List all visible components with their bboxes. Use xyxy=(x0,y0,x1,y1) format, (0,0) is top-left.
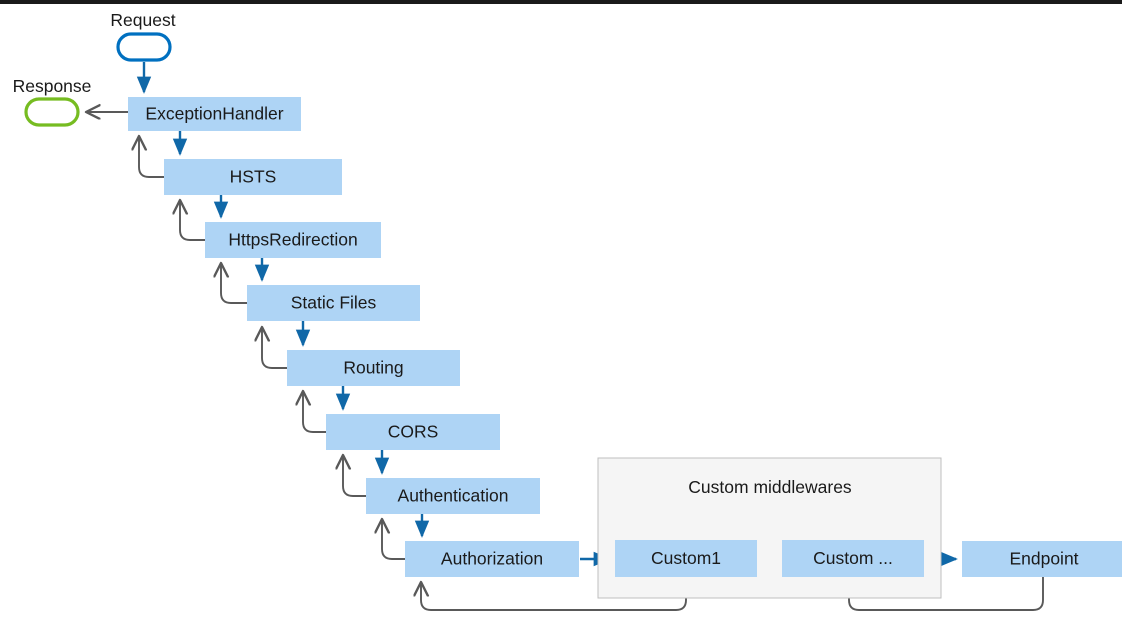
box-authentication-label: Authentication xyxy=(398,486,509,506)
box-static-files[interactable]: Static Files xyxy=(247,285,420,321)
terminal-request-label: Request xyxy=(110,10,175,30)
terminal-response-pill xyxy=(24,97,80,127)
box-exception-handler-label: ExceptionHandler xyxy=(145,104,283,124)
box-custom-n[interactable]: Custom ... xyxy=(782,540,924,577)
arrow-httpsredirection-to-hsts xyxy=(180,200,205,241)
arrow-cors-to-routing xyxy=(303,391,326,433)
arrow-hsts-to-exceptionhandler xyxy=(139,136,164,178)
middleware-pipeline-diagram: Custom middlewares ExceptionHandler HSTS… xyxy=(0,0,1122,622)
box-endpoint[interactable]: Endpoint xyxy=(962,541,1122,577)
box-authorization[interactable]: Authorization xyxy=(405,541,579,577)
box-routing-label: Routing xyxy=(343,358,403,378)
terminal-request-pill xyxy=(116,32,172,62)
box-custom1-label: Custom1 xyxy=(651,548,721,568)
box-endpoint-label: Endpoint xyxy=(1009,549,1078,569)
box-custom-n-label: Custom ... xyxy=(813,548,893,568)
box-authorization-label: Authorization xyxy=(441,549,543,569)
box-routing[interactable]: Routing xyxy=(287,350,460,386)
arrow-staticfiles-to-httpsredirection xyxy=(221,263,247,304)
terminal-request[interactable]: Request xyxy=(110,10,176,62)
box-custom1[interactable]: Custom1 xyxy=(615,540,757,577)
box-hsts[interactable]: HSTS xyxy=(164,159,342,195)
box-hsts-label: HSTS xyxy=(230,167,277,187)
arrow-authentication-to-cors xyxy=(343,455,366,497)
custom-middlewares-label: Custom middlewares xyxy=(688,477,852,497)
box-cors[interactable]: CORS xyxy=(326,414,500,450)
box-authentication[interactable]: Authentication xyxy=(366,478,540,514)
box-https-redirection-label: HttpsRedirection xyxy=(228,230,357,250)
terminal-response[interactable]: Response xyxy=(13,76,92,127)
diagram-canvas: Custom middlewares ExceptionHandler HSTS… xyxy=(13,10,1122,611)
arrow-routing-to-staticfiles xyxy=(262,327,287,369)
box-https-redirection[interactable]: HttpsRedirection xyxy=(205,222,381,258)
terminal-response-label: Response xyxy=(13,76,92,96)
box-static-files-label: Static Files xyxy=(291,293,377,313)
arrow-authorization-to-authentication xyxy=(382,519,405,560)
box-cors-label: CORS xyxy=(388,422,439,442)
box-exception-handler[interactable]: ExceptionHandler xyxy=(128,97,301,131)
